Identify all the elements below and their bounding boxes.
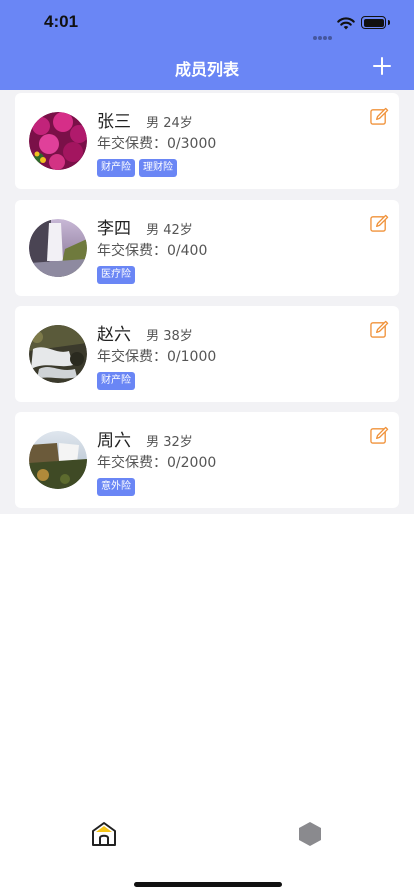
wifi-icon: [337, 17, 355, 30]
member-card-2[interactable]: 赵六 男 38岁 年交保费：0/1000 财产险: [15, 306, 399, 402]
hexagon-icon[interactable]: [296, 820, 324, 848]
fee-label: 年交保费：: [97, 136, 167, 152]
fee-label: 年交保费：: [97, 455, 167, 471]
status-bar: 4:01: [0, 0, 414, 44]
member-card-1[interactable]: 李四 男 42岁 年交保费：0/400 医疗险: [15, 200, 399, 296]
member-age: 42岁: [163, 223, 193, 238]
member-gender: 男: [146, 223, 160, 238]
battery-icon: [361, 16, 386, 29]
member-gender: 男: [146, 435, 160, 450]
fee-value: 0/2000: [167, 455, 217, 471]
home-icon[interactable]: [90, 820, 118, 848]
fee-value: 0/1000: [167, 349, 217, 365]
avatar: [29, 112, 87, 170]
signal-dots-icon: [313, 25, 333, 44]
home-indicator: [134, 882, 282, 887]
avatar: [29, 431, 87, 489]
avatar: [29, 325, 87, 383]
member-name: 赵六: [97, 325, 131, 345]
member-name: 李四: [97, 219, 131, 239]
edit-icon[interactable]: [370, 214, 389, 233]
edit-icon[interactable]: [370, 107, 389, 126]
tab-bar: [0, 800, 414, 870]
member-card-0[interactable]: 张三 男 24岁 年交保费：0/3000 财产险 理财险: [15, 93, 399, 189]
insurance-tag: 医疗险: [97, 266, 135, 284]
status-time: 4:01: [44, 12, 79, 31]
add-member-button[interactable]: [368, 52, 396, 80]
battery-cap: [388, 20, 390, 25]
insurance-tag: 财产险: [97, 159, 135, 177]
fee-value: 0/400: [167, 243, 208, 259]
member-age: 24岁: [163, 116, 193, 131]
insurance-tag: 意外险: [97, 478, 135, 496]
member-name: 周六: [97, 431, 131, 451]
insurance-tag: 财产险: [97, 372, 135, 390]
nav-bar: 成员列表: [0, 44, 414, 90]
member-gender: 男: [146, 116, 160, 131]
member-age: 32岁: [163, 435, 193, 450]
edit-icon[interactable]: [370, 320, 389, 339]
avatar: [29, 219, 87, 277]
fee-value: 0/3000: [167, 136, 217, 152]
member-card-3[interactable]: 周六 男 32岁 年交保费：0/2000 意外险: [15, 412, 399, 508]
member-gender: 男: [146, 329, 160, 344]
member-age: 38岁: [163, 329, 193, 344]
page-title: 成员列表: [174, 60, 239, 79]
edit-icon[interactable]: [370, 426, 389, 445]
insurance-tag: 理财险: [139, 159, 177, 177]
fee-label: 年交保费：: [97, 349, 167, 365]
fee-label: 年交保费：: [97, 243, 167, 259]
member-name: 张三: [97, 112, 131, 132]
member-list: 张三 男 24岁 年交保费：0/3000 财产险 理财险 李四 男 42岁 年交…: [0, 90, 414, 514]
